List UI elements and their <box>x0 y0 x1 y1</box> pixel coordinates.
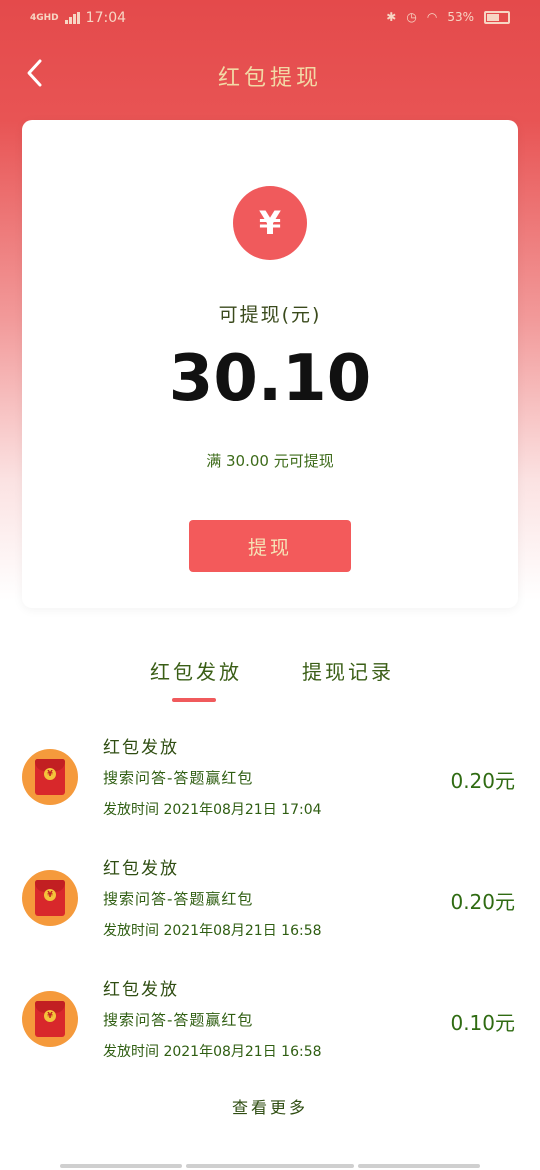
list-item[interactable]: ¥ 红包发放 搜索问答-答题赢红包 发放时间 2021年08月21日 16:58… <box>0 967 540 1088</box>
balance-label: 可提现(元) <box>218 304 322 326</box>
scroll-indicator <box>60 1164 182 1168</box>
red-envelope-icon: ¥ <box>22 749 78 805</box>
status-bar: 4GHD 17:04 ✱ ◷ ◠ 53% <box>0 0 540 40</box>
tab-bar: 红包发放 提现记录 <box>0 656 540 706</box>
alarm-icon: ◷ <box>406 10 417 24</box>
scroll-indicator <box>186 1164 354 1168</box>
record-desc: 搜索问答-答题赢红包 <box>103 890 254 908</box>
threshold-text: 满 30.00 元可提现 <box>206 452 334 470</box>
record-amount: 0.10元 <box>450 1011 515 1035</box>
status-time: 17:04 <box>85 10 127 26</box>
list-item[interactable]: ¥ 红包发放 搜索问答-答题赢红包 发放时间 2021年08月21日 17:04… <box>0 725 540 846</box>
record-time: 发放时间 2021年08月21日 16:58 <box>103 923 322 939</box>
battery-text: 53% <box>447 10 474 24</box>
bluetooth-icon: ✱ <box>386 10 397 24</box>
record-title: 红包发放 <box>103 980 179 1000</box>
active-tab-indicator <box>172 698 216 702</box>
status-right: ✱ ◷ ◠ 53% <box>386 10 510 24</box>
signal-icon <box>64 12 80 24</box>
red-envelope-icon: ¥ <box>22 870 78 926</box>
status-left: 4GHD 17:04 <box>30 10 126 26</box>
battery-icon <box>484 10 510 24</box>
red-envelope-icon: ¥ <box>22 991 78 1047</box>
network-indicator: 4GHD <box>30 12 59 23</box>
wifi-icon: ◠ <box>426 10 438 24</box>
balance-card: ¥ 可提现(元) 30.10 满 30.00 元可提现 提现 <box>22 120 518 608</box>
nav-bar: 红包提现 <box>0 44 540 104</box>
tab-withdraw-records[interactable]: 提现记录 <box>302 656 394 685</box>
yen-icon: ¥ <box>233 186 307 260</box>
scroll-indicator <box>358 1164 480 1168</box>
page-title: 红包提现 <box>217 66 322 91</box>
record-time: 发放时间 2021年08月21日 17:04 <box>103 802 322 818</box>
record-amount: 0.20元 <box>450 769 515 793</box>
record-desc: 搜索问答-答题赢红包 <box>103 1011 254 1029</box>
tab-red-packet-issued[interactable]: 红包发放 <box>150 656 242 685</box>
record-title: 红包发放 <box>103 738 179 758</box>
record-amount: 0.20元 <box>450 890 515 914</box>
record-list: ¥ 红包发放 搜索问答-答题赢红包 发放时间 2021年08月21日 17:04… <box>0 725 540 1088</box>
withdraw-button[interactable]: 提现 <box>189 520 351 572</box>
record-time: 发放时间 2021年08月21日 16:58 <box>103 1044 322 1060</box>
list-item[interactable]: ¥ 红包发放 搜索问答-答题赢红包 发放时间 2021年08月21日 16:58… <box>0 846 540 967</box>
view-more-link[interactable]: 查看更多 <box>0 1094 540 1118</box>
balance-amount: 30.10 <box>168 342 372 416</box>
record-desc: 搜索问答-答题赢红包 <box>103 769 254 787</box>
record-title: 红包发放 <box>103 859 179 879</box>
